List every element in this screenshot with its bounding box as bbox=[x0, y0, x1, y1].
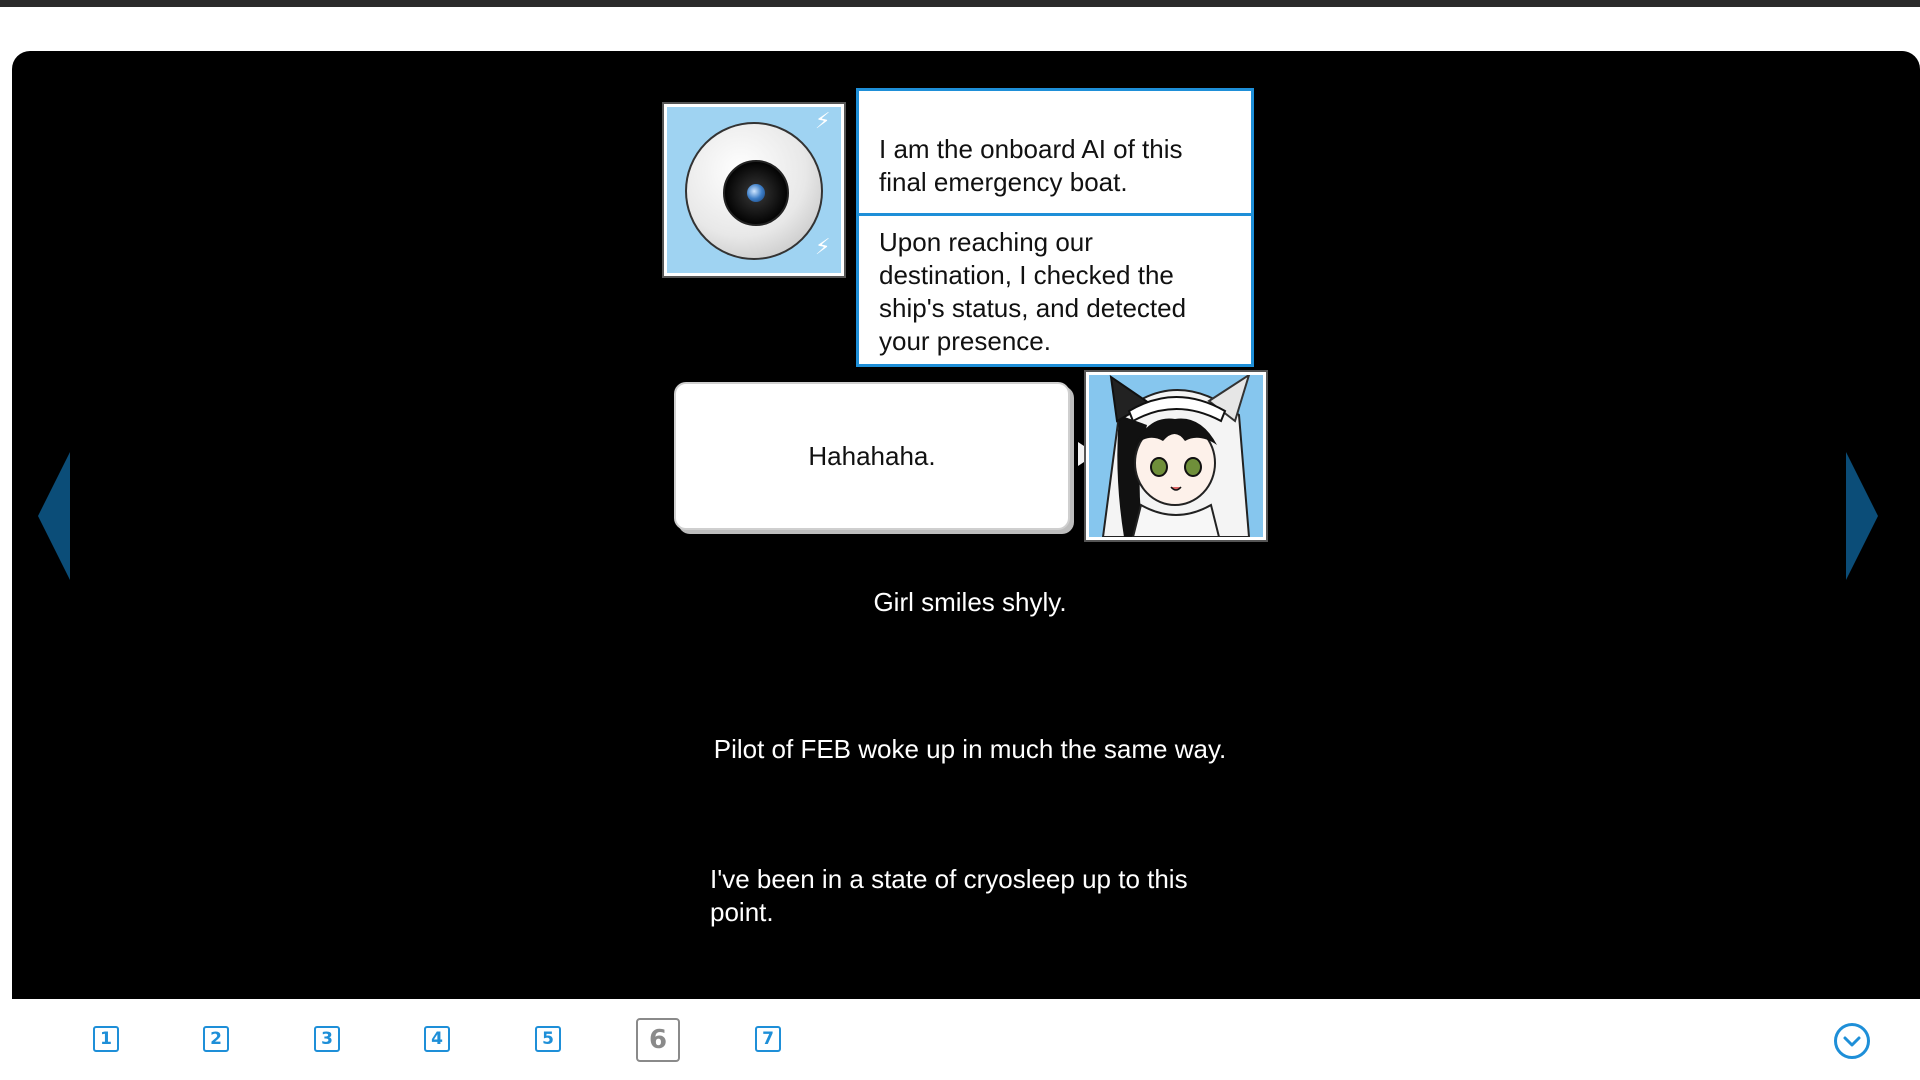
page-button-6-current[interactable]: 6 bbox=[636, 1018, 680, 1062]
chevron-down-circle-icon[interactable] bbox=[1834, 1023, 1870, 1059]
ai-dialogue-box: I am the onboard AI of this final emerge… bbox=[856, 88, 1254, 367]
narration-text: I've been in a state of cryosleep up to … bbox=[710, 864, 1188, 927]
ai-pupil bbox=[747, 184, 765, 202]
page-selector-bar bbox=[0, 999, 1920, 1080]
next-page-arrow-icon[interactable] bbox=[1846, 452, 1878, 580]
page-button-1[interactable]: 1 bbox=[93, 1026, 119, 1052]
page-button-4[interactable]: 4 bbox=[424, 1026, 450, 1052]
page-button-3[interactable]: 3 bbox=[314, 1026, 340, 1052]
page-button-5[interactable]: 5 bbox=[535, 1026, 561, 1052]
ai-eye-icon bbox=[685, 122, 823, 260]
girl-speech-bubble: Hahahaha. bbox=[674, 382, 1070, 530]
girl-speech-text: Hahahaha. bbox=[808, 440, 936, 471]
previous-page-arrow-icon[interactable] bbox=[38, 452, 70, 580]
ai-dialogue-line: I am the onboard AI of this final emerge… bbox=[879, 134, 1183, 197]
narration-text: Pilot of FEB woke up in much the same wa… bbox=[713, 734, 1227, 764]
ai-dialogue-line: Upon reaching our destination, I checked… bbox=[859, 213, 1251, 364]
lightning-spark-icon: ⚡ bbox=[815, 235, 831, 260]
page-button-7[interactable]: 7 bbox=[755, 1026, 781, 1052]
ai-eye-portrait: ⚡ ⚡ bbox=[662, 102, 846, 278]
lightning-spark-icon: ⚡ bbox=[815, 109, 831, 134]
girl-portrait bbox=[1084, 370, 1268, 542]
window-top-bar bbox=[0, 0, 1920, 7]
girl-character-icon bbox=[1089, 375, 1263, 537]
page-button-2[interactable]: 2 bbox=[203, 1026, 229, 1052]
narration-text: Girl smiles shyly. bbox=[873, 587, 1067, 617]
